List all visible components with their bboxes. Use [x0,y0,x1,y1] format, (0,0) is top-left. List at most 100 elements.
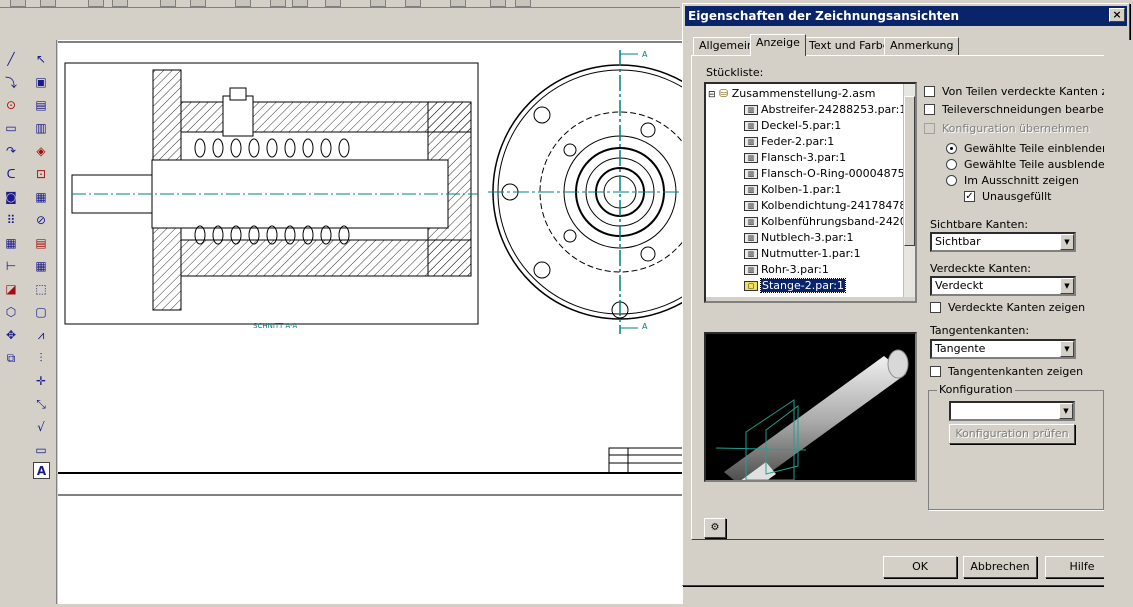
table-icon[interactable]: ▦ [30,186,52,208]
tree-item[interactable]: ▥ Kolben-1.par:1 [744,182,841,198]
part-icon: ▥ [744,105,758,115]
tree-item[interactable]: ▥ Nutblech-3.par:1 [744,230,854,246]
toolbar-button[interactable] [490,0,506,7]
surface-finish-icon[interactable]: √ [30,416,52,438]
toolbar-button[interactable] [370,0,386,7]
grid-icon[interactable]: ▦ [30,255,52,277]
application-window: ╱ ⤵ ⊙ ▭ ↷ ᑕ ◙ ⠿ ▦ ⊢ ◪ ⬡ ✥ ⧉ ↖ ▣ ▤ ▥ ◈ ⊡ … [0,0,1133,604]
move-tool-icon[interactable]: ✥ [0,324,22,346]
chevron-down-icon[interactable]: ▼ [1060,278,1074,294]
drawing-sheet[interactable]: SCHNITT A-A A A [58,40,748,604]
hide-selected-label: Gewählte Teile ausblenden [964,158,1112,171]
show-hidden-edges-label: Verdeckte Kanten zeigen [948,301,1086,314]
tree-item[interactable]: ▥ Flansch-O-Ring-00004875.par [744,166,915,182]
toolbar-button[interactable] [270,0,286,7]
collapse-icon[interactable]: ⊟ [708,90,716,100]
select-tool-icon[interactable]: ↖ [30,48,52,70]
show-tangent-edges-checkbox[interactable] [930,366,941,377]
tab-text-and-color[interactable]: Text und Farbe [803,37,896,55]
tab-display[interactable]: Anzeige [750,34,806,56]
tree-item[interactable]: ▥ Nutmutter-1.par:1 [744,246,861,262]
tree-item[interactable]: ▥ Feder-2.par:1 [744,134,834,150]
ok-button[interactable]: OK [883,556,957,578]
scrollbar-thumb[interactable] [904,96,915,246]
dimension-tool-icon[interactable]: ⊢ [0,255,22,277]
cancel-button[interactable]: Abbrechen [963,556,1037,578]
show-hidden-edges-checkbox[interactable] [930,302,941,313]
text-frame-icon[interactable]: ▭ [30,439,52,461]
toolbar-button[interactable] [190,0,206,7]
view-tool-icon[interactable]: ◪ [0,278,22,300]
fill-tool-icon[interactable]: ◙ [0,186,22,208]
weld-symbol-icon[interactable]: ⩘ [30,324,52,346]
tree-horizontal-scrollbar[interactable] [706,297,915,301]
frame-icon[interactable]: ▢ [30,301,52,323]
offset-tool-icon[interactable]: ᑕ [0,163,22,185]
toolbar-button[interactable] [40,0,56,7]
configuration-select[interactable]: ▼ [949,401,1075,421]
chevron-down-icon[interactable]: ▼ [1059,403,1073,419]
pattern-tool-icon[interactable]: ⠿ [0,209,22,231]
arc-tool-icon[interactable]: ⤵ [0,71,22,93]
text-tool-icon[interactable]: A [33,462,50,479]
hatch-tool-icon[interactable]: ▦ [0,232,22,254]
tree-item[interactable]: ▥ Kolbendichtung-24178478.par [744,198,915,214]
tree-item[interactable]: ▥ Abstreifer-24288253.par:1 [744,102,906,118]
curve-tool-icon[interactable]: ↷ [0,140,22,162]
adopt-configuration-checkbox[interactable] [924,123,935,134]
scale-tool-icon[interactable]: ⧉ [0,347,22,369]
broken-view-icon[interactable]: ⊡ [30,163,52,185]
tree-item[interactable]: ▥ Deckel-5.par:1 [744,118,841,134]
toolbar-button[interactable] [10,0,26,7]
part-icon: ▥ [744,169,758,179]
part-view-icon[interactable]: ⬡ [0,301,22,323]
toolbar-button[interactable] [292,0,308,7]
tab-annotation[interactable]: Anmerkung [884,37,960,55]
edit-intersections-checkbox[interactable] [924,104,935,115]
show-selected-radio[interactable] [946,143,957,154]
parts-list-icon[interactable]: ▤ [30,232,52,254]
circle-tool-icon[interactable]: ⊙ [0,94,22,116]
crop-icon[interactable]: ⬚ [30,278,52,300]
toolbar-button[interactable] [450,0,466,7]
show-in-section-radio[interactable] [946,175,957,186]
toolbar-button[interactable] [88,0,104,7]
configuration-group: Konfiguration ▼ Konfiguration prüfen [928,383,1104,510]
close-button[interactable]: × [1109,8,1125,22]
tree-item-selected[interactable]: ▢ Stange-2.par:1 [744,278,846,294]
dimension-chain-icon[interactable]: ⫶ [30,347,52,369]
balloon-icon[interactable]: ⊘ [30,209,52,231]
parts-tree[interactable]: ⊟ ⛁ Zusammenstellung-2.asm ▥ Abstreifer-2… [704,82,917,303]
drawing-view-icon[interactable]: ▣ [30,71,52,93]
unfilled-checkbox[interactable]: ✓ [964,191,975,202]
hidden-edges-of-parts-checkbox[interactable] [924,86,935,97]
auxiliary-view-icon[interactable]: ◈ [30,140,52,162]
section-view-icon[interactable]: ▤ [30,94,52,116]
callout-icon[interactable]: ⤡ [30,393,52,415]
toolbar-button[interactable] [325,0,341,7]
visible-edges-select[interactable]: Sichtbar ▼ [930,232,1076,252]
rectangle-tool-icon[interactable]: ▭ [0,117,22,139]
part-icon: ▥ [744,265,758,275]
section-marker-top: A [642,50,648,59]
hide-selected-radio[interactable] [946,159,957,170]
check-configuration-button[interactable]: Konfiguration prüfen [949,424,1075,444]
tree-item[interactable]: ▥ Kolbenführungsband-2420405 [744,214,915,230]
toolbar-button[interactable] [112,0,128,7]
view-options-icon[interactable]: ⚙ [704,518,726,538]
hidden-edges-select[interactable]: Verdeckt ▼ [930,276,1076,296]
tree-item[interactable]: ▥ Flansch-3.par:1 [744,150,846,166]
chevron-down-icon[interactable]: ▼ [1060,234,1074,250]
detail-view-icon[interactable]: ▥ [30,117,52,139]
tangent-edges-select[interactable]: Tangente ▼ [930,339,1076,359]
tree-item[interactable]: ▥ Rohr-3.par:1 [744,262,829,278]
toolbar-button[interactable] [235,0,251,7]
toolbar-button[interactable] [160,0,176,7]
toolbar-button[interactable] [515,0,531,7]
line-tool-icon[interactable]: ╱ [0,48,22,70]
chevron-down-icon[interactable]: ▼ [1060,341,1074,357]
tree-vertical-scrollbar[interactable] [903,84,915,301]
toolbar-button[interactable] [405,0,421,7]
centerline-icon[interactable]: ✛ [30,370,52,392]
tree-root[interactable]: ⊟ ⛁ Zusammenstellung-2.asm [708,86,875,102]
